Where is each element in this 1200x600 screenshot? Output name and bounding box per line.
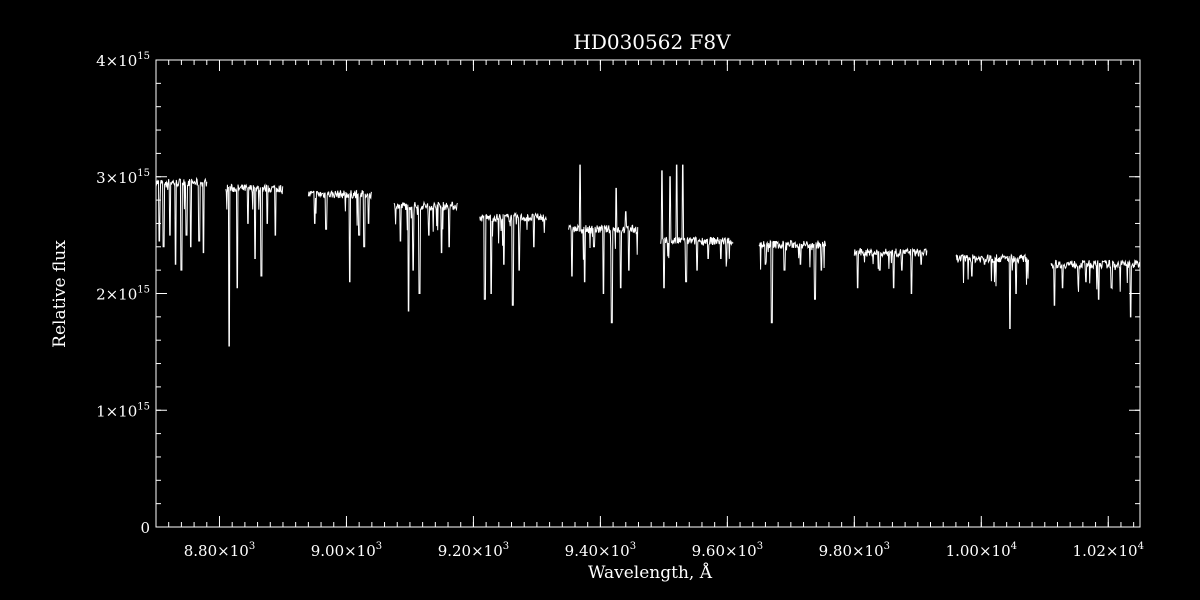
x-tick-label: 8.80×103 [184,541,255,560]
spectrum-segment [1050,259,1141,318]
spectrum-segment [155,176,208,271]
y-tick-label: 0 [140,519,150,537]
spectrum-segment [955,253,1029,329]
spectrum-segment [758,239,827,324]
y-tick-label: 3×1015 [96,168,150,187]
x-axis-label: Wavelength, Å [588,562,713,583]
axis-ticks [155,59,1140,528]
y-axis-label: Relative flux [50,240,70,348]
spectrum-segment [393,200,458,312]
x-tick-label: 9.00×103 [311,541,382,560]
spectrum-segment [479,211,547,306]
x-tick-label: 9.20×103 [438,541,509,560]
plot-frame [155,59,1141,528]
spectrum-segment [853,247,928,294]
x-tick-label: 1.02×104 [1073,541,1144,560]
x-tick-label: 9.80×103 [819,541,890,560]
y-tick-label: 2×1015 [96,285,150,304]
spectrum-segment [225,183,284,347]
y-tick-label: 1×1015 [96,401,150,420]
x-tick-label: 9.60×103 [692,541,763,560]
chart-title: HD030562 F8V [573,30,731,54]
spectrum-chart: HD030562 F8V 8.80×103 9.00×103 9.20×103 9.4… [50,30,1144,583]
spectrum-segment [568,164,639,324]
spectrum-segment [307,189,373,283]
x-tick-label: 1.00×104 [946,541,1017,560]
axis-tick-labels: 8.80×103 9.00×103 9.20×103 9.40×103 9.60×103… [96,51,1144,560]
y-tick-label: 4×1015 [96,51,150,70]
x-tick-label: 9.40×103 [565,541,636,560]
spectrum-segment [660,164,734,289]
spectrum-series [155,164,1141,347]
